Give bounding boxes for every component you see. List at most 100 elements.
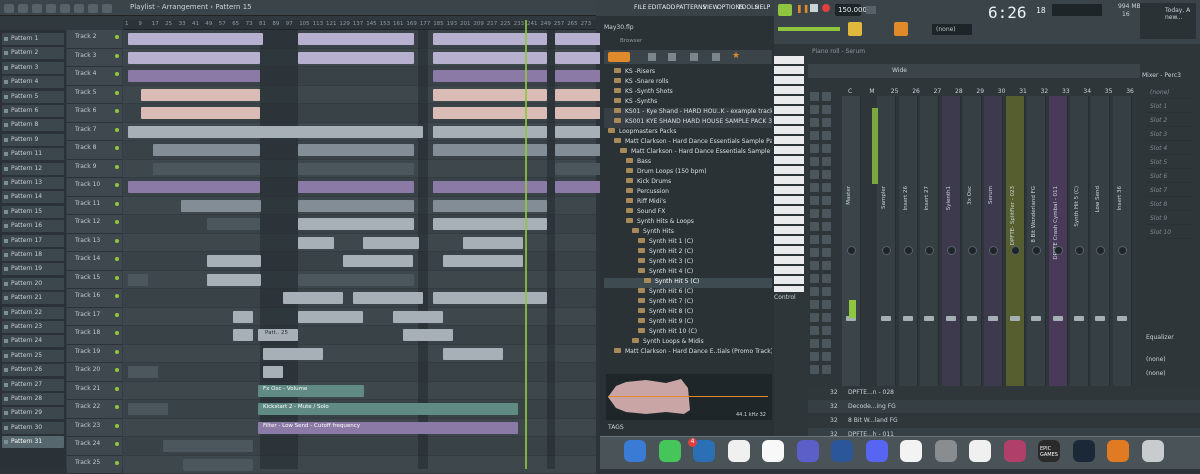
pattern-clip[interactable] [233,329,253,341]
mixer-row-button[interactable] [810,365,819,374]
browser-item[interactable]: Percussion [604,188,772,198]
volume-fader[interactable] [1074,316,1084,321]
volume-fader[interactable] [924,316,934,321]
pattern-clip[interactable] [298,33,414,45]
mixer-row-button[interactable] [822,274,831,283]
pattern-clip[interactable] [403,329,453,341]
pattern-item[interactable]: Pattern 5 [2,91,64,103]
capcut-icon[interactable] [969,440,991,462]
pattern-clip[interactable] [263,366,283,378]
mixer-channel[interactable]: Insert 27 [920,96,939,386]
browser-item[interactable]: Bass [604,158,772,168]
mixer-row-button[interactable] [822,196,831,205]
browser-item[interactable]: Riff Midi's [604,198,772,208]
track-header[interactable]: Track 8 [67,141,122,160]
volume-fader[interactable] [946,316,956,321]
steam-icon[interactable] [1073,440,1095,462]
mixer-row-button[interactable] [822,144,831,153]
pattern-clip[interactable] [128,403,168,415]
mixer-row-button[interactable] [822,105,831,114]
menu-patterns[interactable]: PATTERNS [676,4,706,11]
browser-item[interactable]: Synth Hit 4 (C) [604,268,772,278]
volume-fader[interactable] [1117,316,1127,321]
browser-item[interactable]: KS -Snare rolls [604,78,772,88]
volume-fader[interactable] [967,316,977,321]
track-header[interactable]: Track 23 [67,419,122,438]
ohm-icon[interactable] [1004,440,1026,462]
channel-rack-name[interactable]: Decode...ing FG [848,403,896,410]
browser-item[interactable]: Synth Hit 5 (C) [604,278,772,288]
browser-item[interactable]: Synth Hit 1 (C) [604,238,772,248]
pattern-item[interactable]: Pattern 13 [2,177,64,189]
slip-icon[interactable] [88,4,98,13]
folder-icon[interactable] [648,53,656,61]
tempo-display[interactable]: 150.000 [835,4,861,16]
mixer-row-button[interactable] [822,313,831,322]
pattern-item[interactable]: Pattern 28 [2,393,64,405]
pan-knob[interactable] [847,246,856,255]
track-header[interactable]: Track 17 [67,308,122,327]
pattern-item[interactable]: Pattern 4 [2,76,64,88]
pattern-item[interactable]: Pattern 1 [2,33,64,45]
track-header[interactable]: Track 11 [67,197,122,216]
track-header[interactable]: Track 9 [67,160,122,179]
mixer-row-button[interactable] [810,287,819,296]
pattern-item[interactable]: Pattern 27 [2,379,64,391]
pattern-selector[interactable]: Pattern 15 [215,3,251,11]
volume-fader[interactable] [1095,316,1105,321]
mixer-row-button[interactable] [822,209,831,218]
word-icon[interactable] [831,440,853,462]
mixer-row-button[interactable] [810,222,819,231]
mixer-row-button[interactable] [810,313,819,322]
mixer-row-button[interactable] [810,300,819,309]
mixer-row-button[interactable] [810,209,819,218]
send-select-2[interactable]: (none) [1146,370,1196,380]
mixer-channel[interactable]: Serum [984,96,1003,386]
pan-knob[interactable] [1011,246,1020,255]
mixer-row-button[interactable] [822,131,831,140]
playhead[interactable] [525,20,527,469]
mixer-row-button[interactable] [810,261,819,270]
browser-item[interactable]: Matt Clarkson - Hard Dance E..tials (Pro… [604,348,772,358]
pattern-clip[interactable] [433,70,547,82]
pattern-clip[interactable] [433,107,547,119]
mixer-row-button[interactable] [822,170,831,179]
pattern-clip[interactable] [298,237,334,249]
fx-slot[interactable]: Slot 5 [1146,156,1194,169]
mixer-row-button[interactable] [822,261,831,270]
mixer-channel[interactable]: 3x Osc [963,96,982,386]
track-header[interactable]: Track 20 [67,363,122,382]
pattern-item[interactable]: Pattern 22 [2,307,64,319]
pattern-clip[interactable] [298,274,414,286]
browser-item[interactable]: Loopmasters Packs [604,128,772,138]
fx-slot[interactable]: Slot 2 [1146,114,1194,127]
mixer-row-button[interactable] [822,339,831,348]
zoom-icon[interactable] [102,4,112,13]
pattern-clip[interactable] [128,70,260,82]
mixer-row-button[interactable] [822,287,831,296]
browser-item[interactable]: Synth Hit 2 (C) [604,248,772,258]
pattern-item[interactable]: Pattern 3 [2,62,64,74]
pattern-clip[interactable] [433,200,547,212]
pattern-clip[interactable] [298,181,414,193]
pattern-clip[interactable] [207,255,261,267]
fx-slot[interactable]: (none) [1146,86,1194,99]
pattern-item[interactable]: Pattern 11 [2,148,64,160]
volume-fader[interactable] [1053,316,1063,321]
mute-icon[interactable] [74,4,84,13]
mixer-row-button[interactable] [810,92,819,101]
mixer-row-button[interactable] [810,352,819,361]
pattern-clip[interactable] [433,126,547,138]
pattern-clip[interactable] [298,144,414,156]
browser-item[interactable]: KS -Risers [604,68,772,78]
mixer-row-button[interactable] [810,105,819,114]
pattern-clip[interactable] [263,348,323,360]
pattern-item[interactable]: Pattern 26 [2,364,64,376]
calendar-icon[interactable] [762,440,784,462]
browser-all-icon[interactable] [608,52,630,62]
pattern-clip[interactable] [128,366,158,378]
track-header[interactable]: Track 13 [67,234,122,253]
fx-slot[interactable]: Slot 3 [1146,128,1194,141]
star-icon[interactable] [712,53,720,61]
mixer-row-button[interactable] [822,326,831,335]
